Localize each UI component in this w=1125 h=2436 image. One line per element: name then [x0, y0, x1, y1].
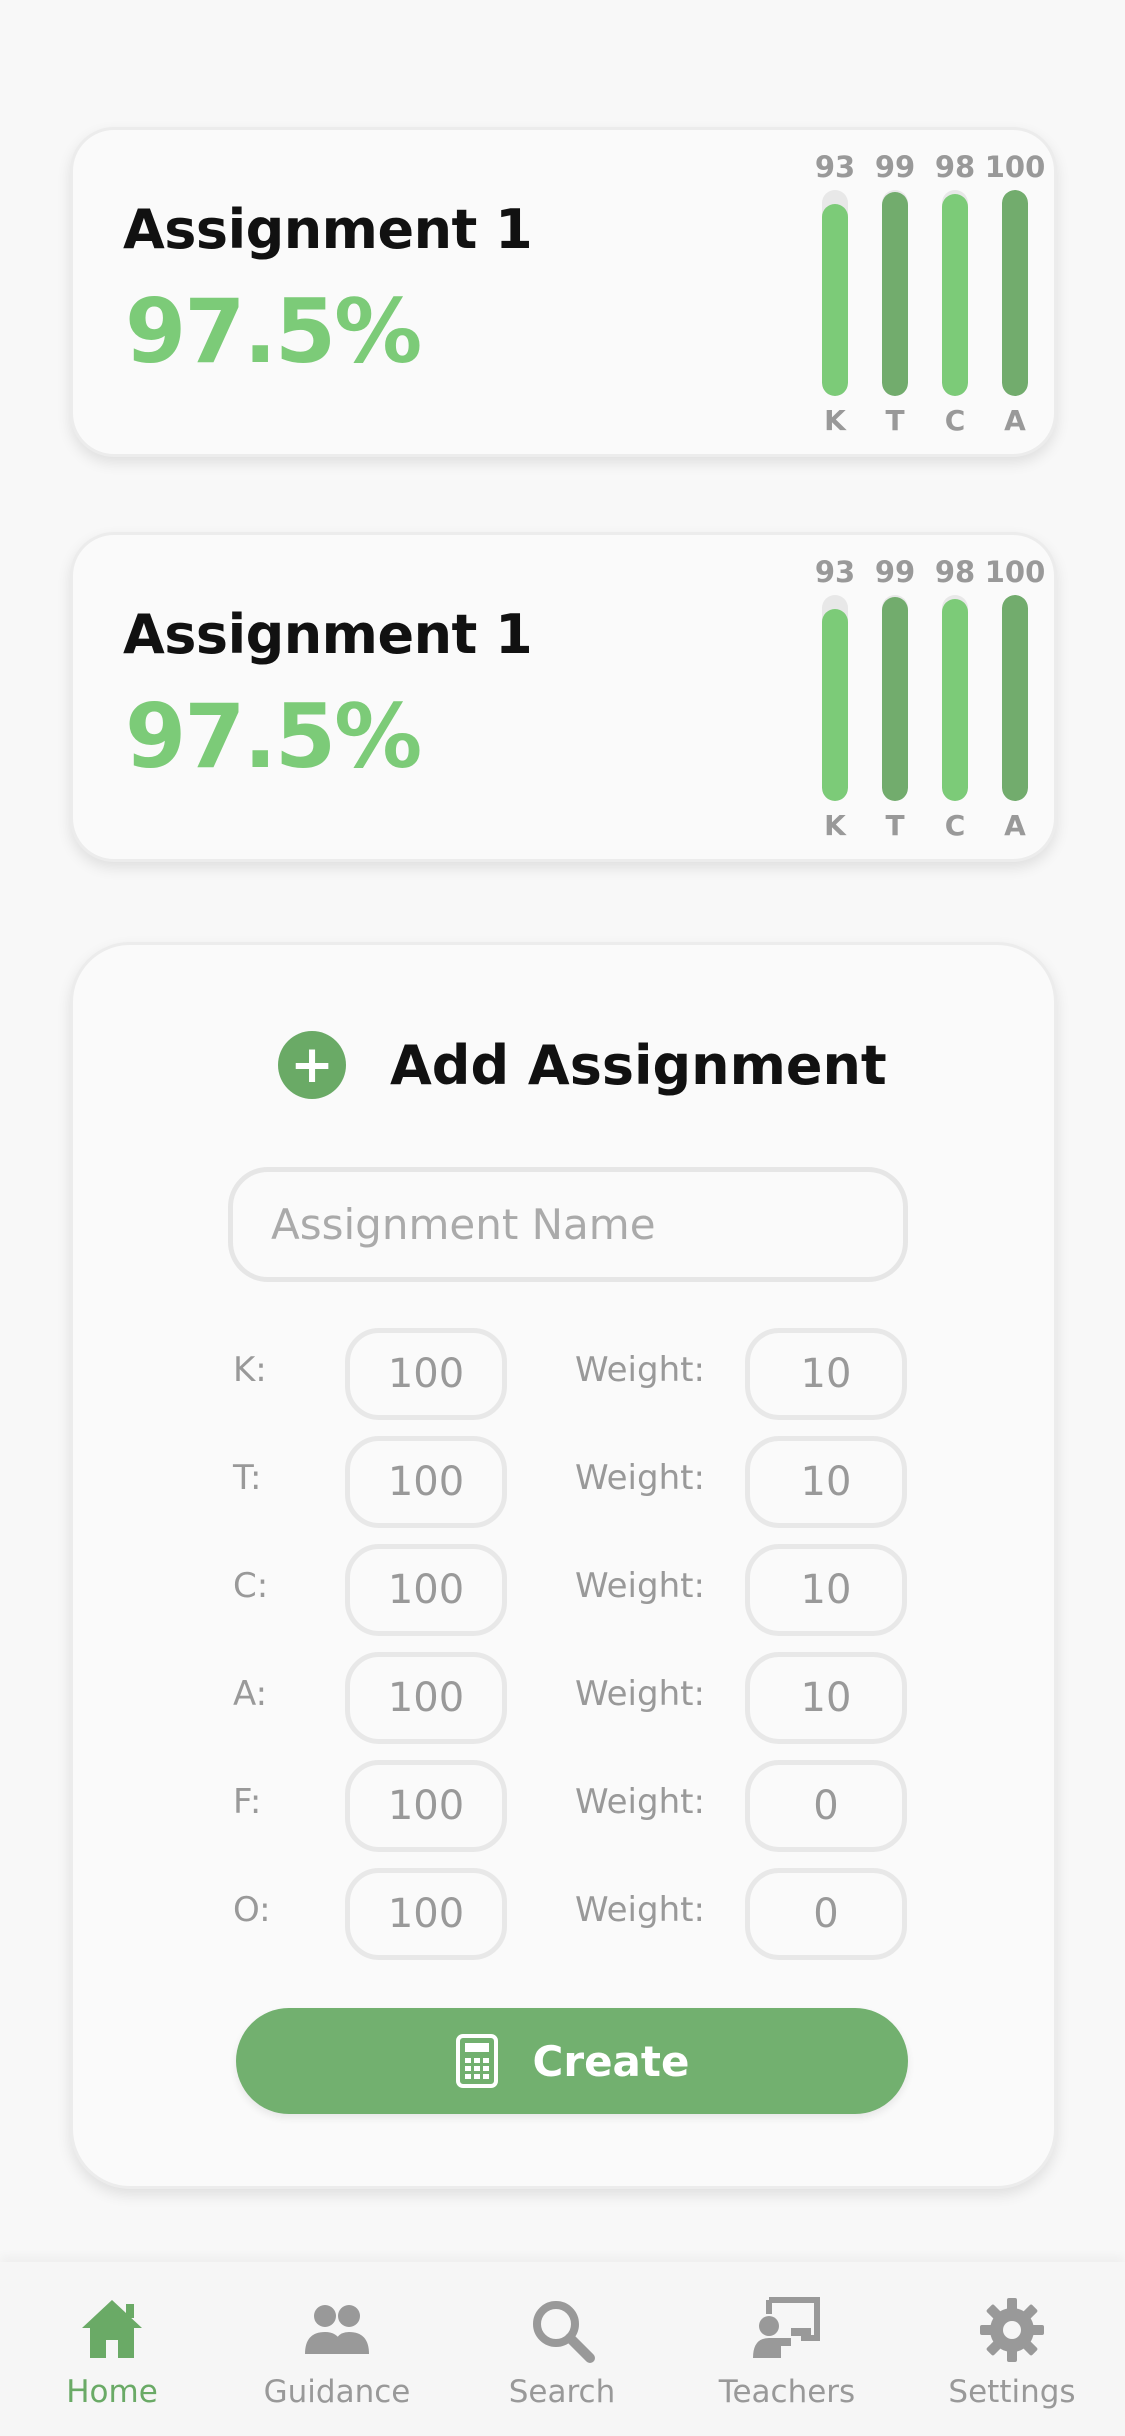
add-assignment-title: Add Assignment	[390, 1033, 887, 1097]
bottom-tab-bar: Home Guidance Search Teachers Settings	[0, 2262, 1125, 2436]
search-icon	[533, 2301, 595, 2363]
grade-bar	[882, 190, 908, 396]
weight-input[interactable]: 10	[745, 1652, 907, 1744]
score-input[interactable]: 100	[345, 1328, 507, 1420]
grade-bar	[942, 190, 968, 396]
score-input[interactable]: 100	[345, 1868, 507, 1960]
grade-bar-fill	[942, 599, 968, 801]
bar-value-label: 100	[984, 555, 1046, 589]
grade-bar	[822, 595, 848, 801]
weight-input[interactable]: 0	[745, 1760, 907, 1852]
tab-label: Guidance	[263, 2374, 411, 2410]
weight-input[interactable]: 10	[745, 1436, 907, 1528]
home-icon	[82, 2300, 142, 2358]
bar-value-label: 100	[984, 150, 1046, 184]
grade-bar-fill	[942, 194, 968, 396]
tab-label: Teachers	[718, 2374, 856, 2410]
tab-home[interactable]: Home	[12, 2262, 212, 2436]
grade-row-f: F: 100 Weight: 0	[73, 1760, 1054, 1852]
grade-label: T:	[233, 1458, 262, 1498]
grade-label: A:	[233, 1674, 268, 1714]
grade-row-o: O: 100 Weight: 0	[73, 1868, 1054, 1960]
tab-teachers[interactable]: Teachers	[687, 2262, 887, 2436]
grade-bar-fill	[882, 192, 908, 396]
score-input[interactable]: 100	[345, 1544, 507, 1636]
tab-search[interactable]: Search	[462, 2262, 662, 2436]
assignment-name-input[interactable]	[228, 1167, 908, 1282]
tab-guidance[interactable]: Guidance	[237, 2262, 437, 2436]
tab-label: Search	[508, 2374, 616, 2410]
score-input[interactable]: 100	[345, 1652, 507, 1744]
gear-icon	[980, 2298, 1044, 2362]
add-assignment-card: + Add Assignment K: 100 Weight: 10 T: 10…	[70, 942, 1057, 2189]
grade-row-k: K: 100 Weight: 10	[73, 1328, 1054, 1420]
grade-bar	[822, 190, 848, 396]
assignment-card[interactable]: Assignment 1 97.5% 93 K 99 T 98 C 100 A	[70, 532, 1057, 862]
score-input[interactable]: 100	[345, 1436, 507, 1528]
grade-row-c: C: 100 Weight: 10	[73, 1544, 1054, 1636]
grade-label: K:	[233, 1350, 267, 1390]
calculator-icon	[455, 2034, 498, 2088]
tab-label: Settings	[948, 2374, 1076, 2410]
assignment-card[interactable]: Assignment 1 97.5% 93 K 99 T 98 C 100 A	[70, 127, 1057, 457]
weight-label: Weight:	[575, 1674, 705, 1714]
grade-label: O:	[233, 1890, 271, 1930]
weight-input[interactable]: 10	[745, 1328, 907, 1420]
grade-bar	[882, 595, 908, 801]
grade-bar	[942, 595, 968, 801]
score-input[interactable]: 100	[345, 1760, 507, 1852]
weight-label: Weight:	[575, 1890, 705, 1930]
bar-category-label: A	[1004, 404, 1026, 437]
tab-label: Home	[66, 2374, 158, 2410]
grade-bars: 93 K 99 T 98 C 100 A	[73, 130, 1054, 454]
grade-bar-fill	[822, 609, 848, 801]
plus-icon[interactable]: +	[278, 1031, 346, 1099]
grade-label: C:	[233, 1566, 269, 1606]
teacher-board-icon	[753, 2297, 820, 2358]
grade-bar	[1002, 190, 1028, 396]
grade-bars: 93 K 99 T 98 C 100 A	[73, 535, 1054, 859]
grade-bar-fill	[1002, 190, 1028, 396]
tab-settings[interactable]: Settings	[912, 2262, 1112, 2436]
grade-bar-fill	[822, 204, 848, 396]
grade-bar-fill	[1002, 595, 1028, 801]
add-assignment-header: + Add Assignment	[278, 1030, 887, 1100]
create-button[interactable]: Create	[236, 2008, 908, 2114]
weight-label: Weight:	[575, 1350, 705, 1390]
weight-input[interactable]: 10	[745, 1544, 907, 1636]
weight-input[interactable]: 0	[745, 1868, 907, 1960]
weight-label: Weight:	[575, 1782, 705, 1822]
grade-bar-fill	[882, 597, 908, 801]
grade-bar	[1002, 595, 1028, 801]
bar-category-label: A	[1004, 809, 1026, 842]
create-button-label: Create	[532, 2036, 690, 2086]
grade-label: F:	[233, 1782, 262, 1822]
grade-row-a: A: 100 Weight: 10	[73, 1652, 1054, 1744]
users-icon	[305, 2305, 369, 2354]
weight-label: Weight:	[575, 1458, 705, 1498]
weight-label: Weight:	[575, 1566, 705, 1606]
grade-row-t: T: 100 Weight: 10	[73, 1436, 1054, 1528]
